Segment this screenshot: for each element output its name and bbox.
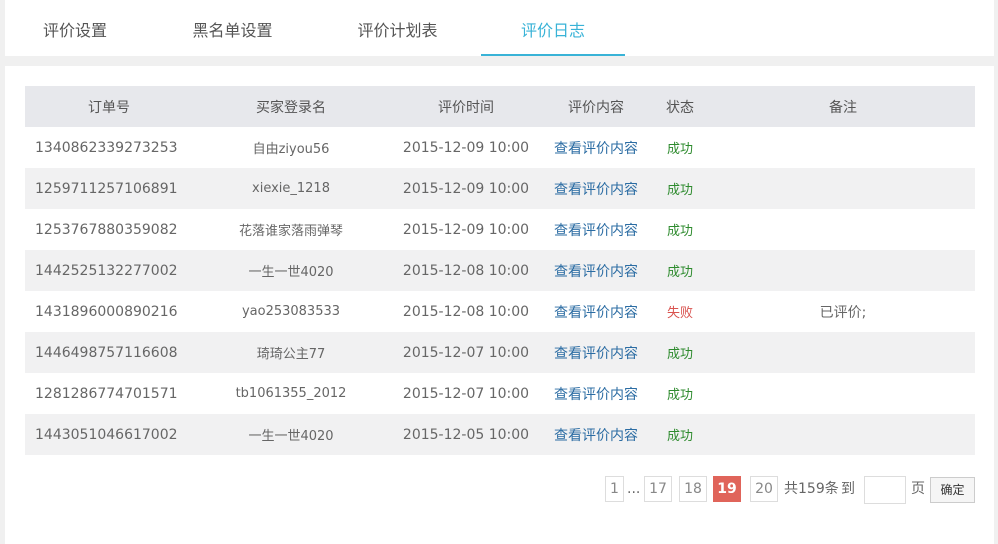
order-number: 1446498757116608 [25, 332, 193, 373]
review-time: 2015-12-07 10:00 [389, 332, 543, 373]
order-number: 1340862339273253 [35, 139, 178, 156]
status-badge: 成功 [649, 168, 711, 209]
order-number: 1281286774701571 [35, 385, 178, 402]
view-review-link[interactable]: 查看评价内容 [543, 414, 649, 455]
buyer-login: 自由ziyou56 [252, 142, 330, 157]
page-button-18[interactable]: 18 [679, 476, 707, 502]
buyer-login: 琦琦公主77 [193, 332, 389, 373]
note [711, 414, 975, 455]
status-badge: 失败 [666, 306, 693, 321]
order-number: 1442525132277002 [25, 250, 193, 291]
review-time: 2015-12-08 10:00 [389, 250, 543, 291]
table-row: 1442525132277002 一生一世4020 2015-12-08 10:… [25, 250, 975, 291]
view-review-link[interactable]: 查看评价内容 [543, 250, 649, 291]
review-time: 2015-12-08 10:00 [402, 303, 530, 320]
page-button-1[interactable]: 1 [605, 476, 624, 502]
log-panel: 订单号 买家登录名 评价时间 评价内容 状态 备注 13408623392732… [5, 66, 994, 544]
buyer-login: yao253083533 [241, 304, 341, 319]
tab-blacklist-settings[interactable]: 黑名单设置 [165, 0, 300, 56]
header-buyer-login: 买家登录名 [193, 86, 389, 127]
view-review-link[interactable]: 查看评价内容 [543, 291, 649, 332]
tab-bar: 评价设置 黑名单设置 评价计划表 评价日志 [5, 0, 994, 56]
table-row: 1431896000890216 yao253083533 2015-12-08… [25, 291, 975, 332]
header-note: 备注 [711, 86, 975, 127]
note [711, 373, 975, 414]
review-time: 2015-12-09 10:00 [402, 139, 530, 156]
note: 已评价; [819, 304, 867, 321]
table-row: 1253767880359082 花落谁家落雨弹琴 2015-12-09 10:… [25, 209, 975, 250]
view-review-link[interactable]: 查看评价内容 [543, 168, 649, 209]
buyer-login: 一生一世4020 [193, 414, 389, 455]
table-header-row: 订单号 买家登录名 评价时间 评价内容 状态 备注 [25, 86, 975, 127]
note [711, 250, 975, 291]
note [711, 209, 975, 250]
page-button-17[interactable]: 17 [644, 476, 672, 502]
review-log-table: 订单号 买家登录名 评价时间 评价内容 状态 备注 13408623392732… [25, 86, 975, 455]
tab-review-schedule[interactable]: 评价计划表 [325, 0, 470, 56]
note [711, 127, 975, 168]
buyer-login: 花落谁家落雨弹琴 [238, 224, 343, 239]
status-badge: 成功 [649, 250, 711, 291]
page-number-input[interactable] [864, 476, 906, 504]
pagination-page-unit: 页 [911, 481, 925, 497]
pagination-ellipsis: ... [627, 481, 641, 497]
view-review-link[interactable]: 查看评价内容 [543, 209, 649, 250]
review-time: 2015-12-07 10:00 [402, 385, 530, 402]
pagination-goto-label: 到 [841, 481, 855, 497]
status-badge: 成功 [649, 414, 711, 455]
order-number: 1443051046617002 [25, 414, 193, 455]
header-status: 状态 [649, 86, 711, 127]
page-button-20[interactable]: 20 [750, 476, 778, 502]
header-review-time: 评价时间 [389, 86, 543, 127]
view-review-link[interactable]: 查看评价内容 [543, 332, 649, 373]
view-review-link[interactable]: 查看评价内容 [543, 127, 649, 168]
pagination-total: 共159条 [784, 481, 839, 497]
status-badge: 成功 [666, 224, 693, 239]
tab-review-log[interactable]: 评价日志 [481, 0, 625, 56]
status-badge: 成功 [666, 142, 693, 157]
buyer-login: 一生一世4020 [193, 250, 389, 291]
review-time: 2015-12-09 10:00 [402, 221, 530, 238]
order-number: 1431896000890216 [35, 303, 178, 320]
order-number: 1253767880359082 [35, 221, 178, 238]
active-tab-indicator [481, 54, 625, 56]
status-badge: 成功 [649, 332, 711, 373]
table-row: 1340862339273253 自由ziyou56 2015-12-09 10… [25, 127, 975, 168]
order-number: 1259711257106891 [25, 168, 193, 209]
status-badge: 成功 [666, 388, 693, 403]
table-row: 1443051046617002 一生一世4020 2015-12-05 10:… [25, 414, 975, 455]
header-order-number: 订单号 [25, 86, 193, 127]
table-row: 1446498757116608 琦琦公主77 2015-12-07 10:00… [25, 332, 975, 373]
review-time: 2015-12-05 10:00 [389, 414, 543, 455]
confirm-button[interactable]: 确定 [930, 477, 975, 503]
header-review-content: 评价内容 [543, 86, 649, 127]
table-row: 1259711257106891 xiexie_1218 2015-12-09 … [25, 168, 975, 209]
view-review-link[interactable]: 查看评价内容 [543, 373, 649, 414]
note [711, 332, 975, 373]
tab-review-settings[interactable]: 评价设置 [10, 0, 140, 56]
review-time: 2015-12-09 10:00 [389, 168, 543, 209]
page-button-current[interactable]: 19 [713, 476, 741, 502]
table-row: 1281286774701571 tb1061355_2012 2015-12-… [25, 373, 975, 414]
note [711, 168, 975, 209]
buyer-login: xiexie_1218 [193, 168, 389, 209]
buyer-login: tb1061355_2012 [235, 386, 347, 401]
